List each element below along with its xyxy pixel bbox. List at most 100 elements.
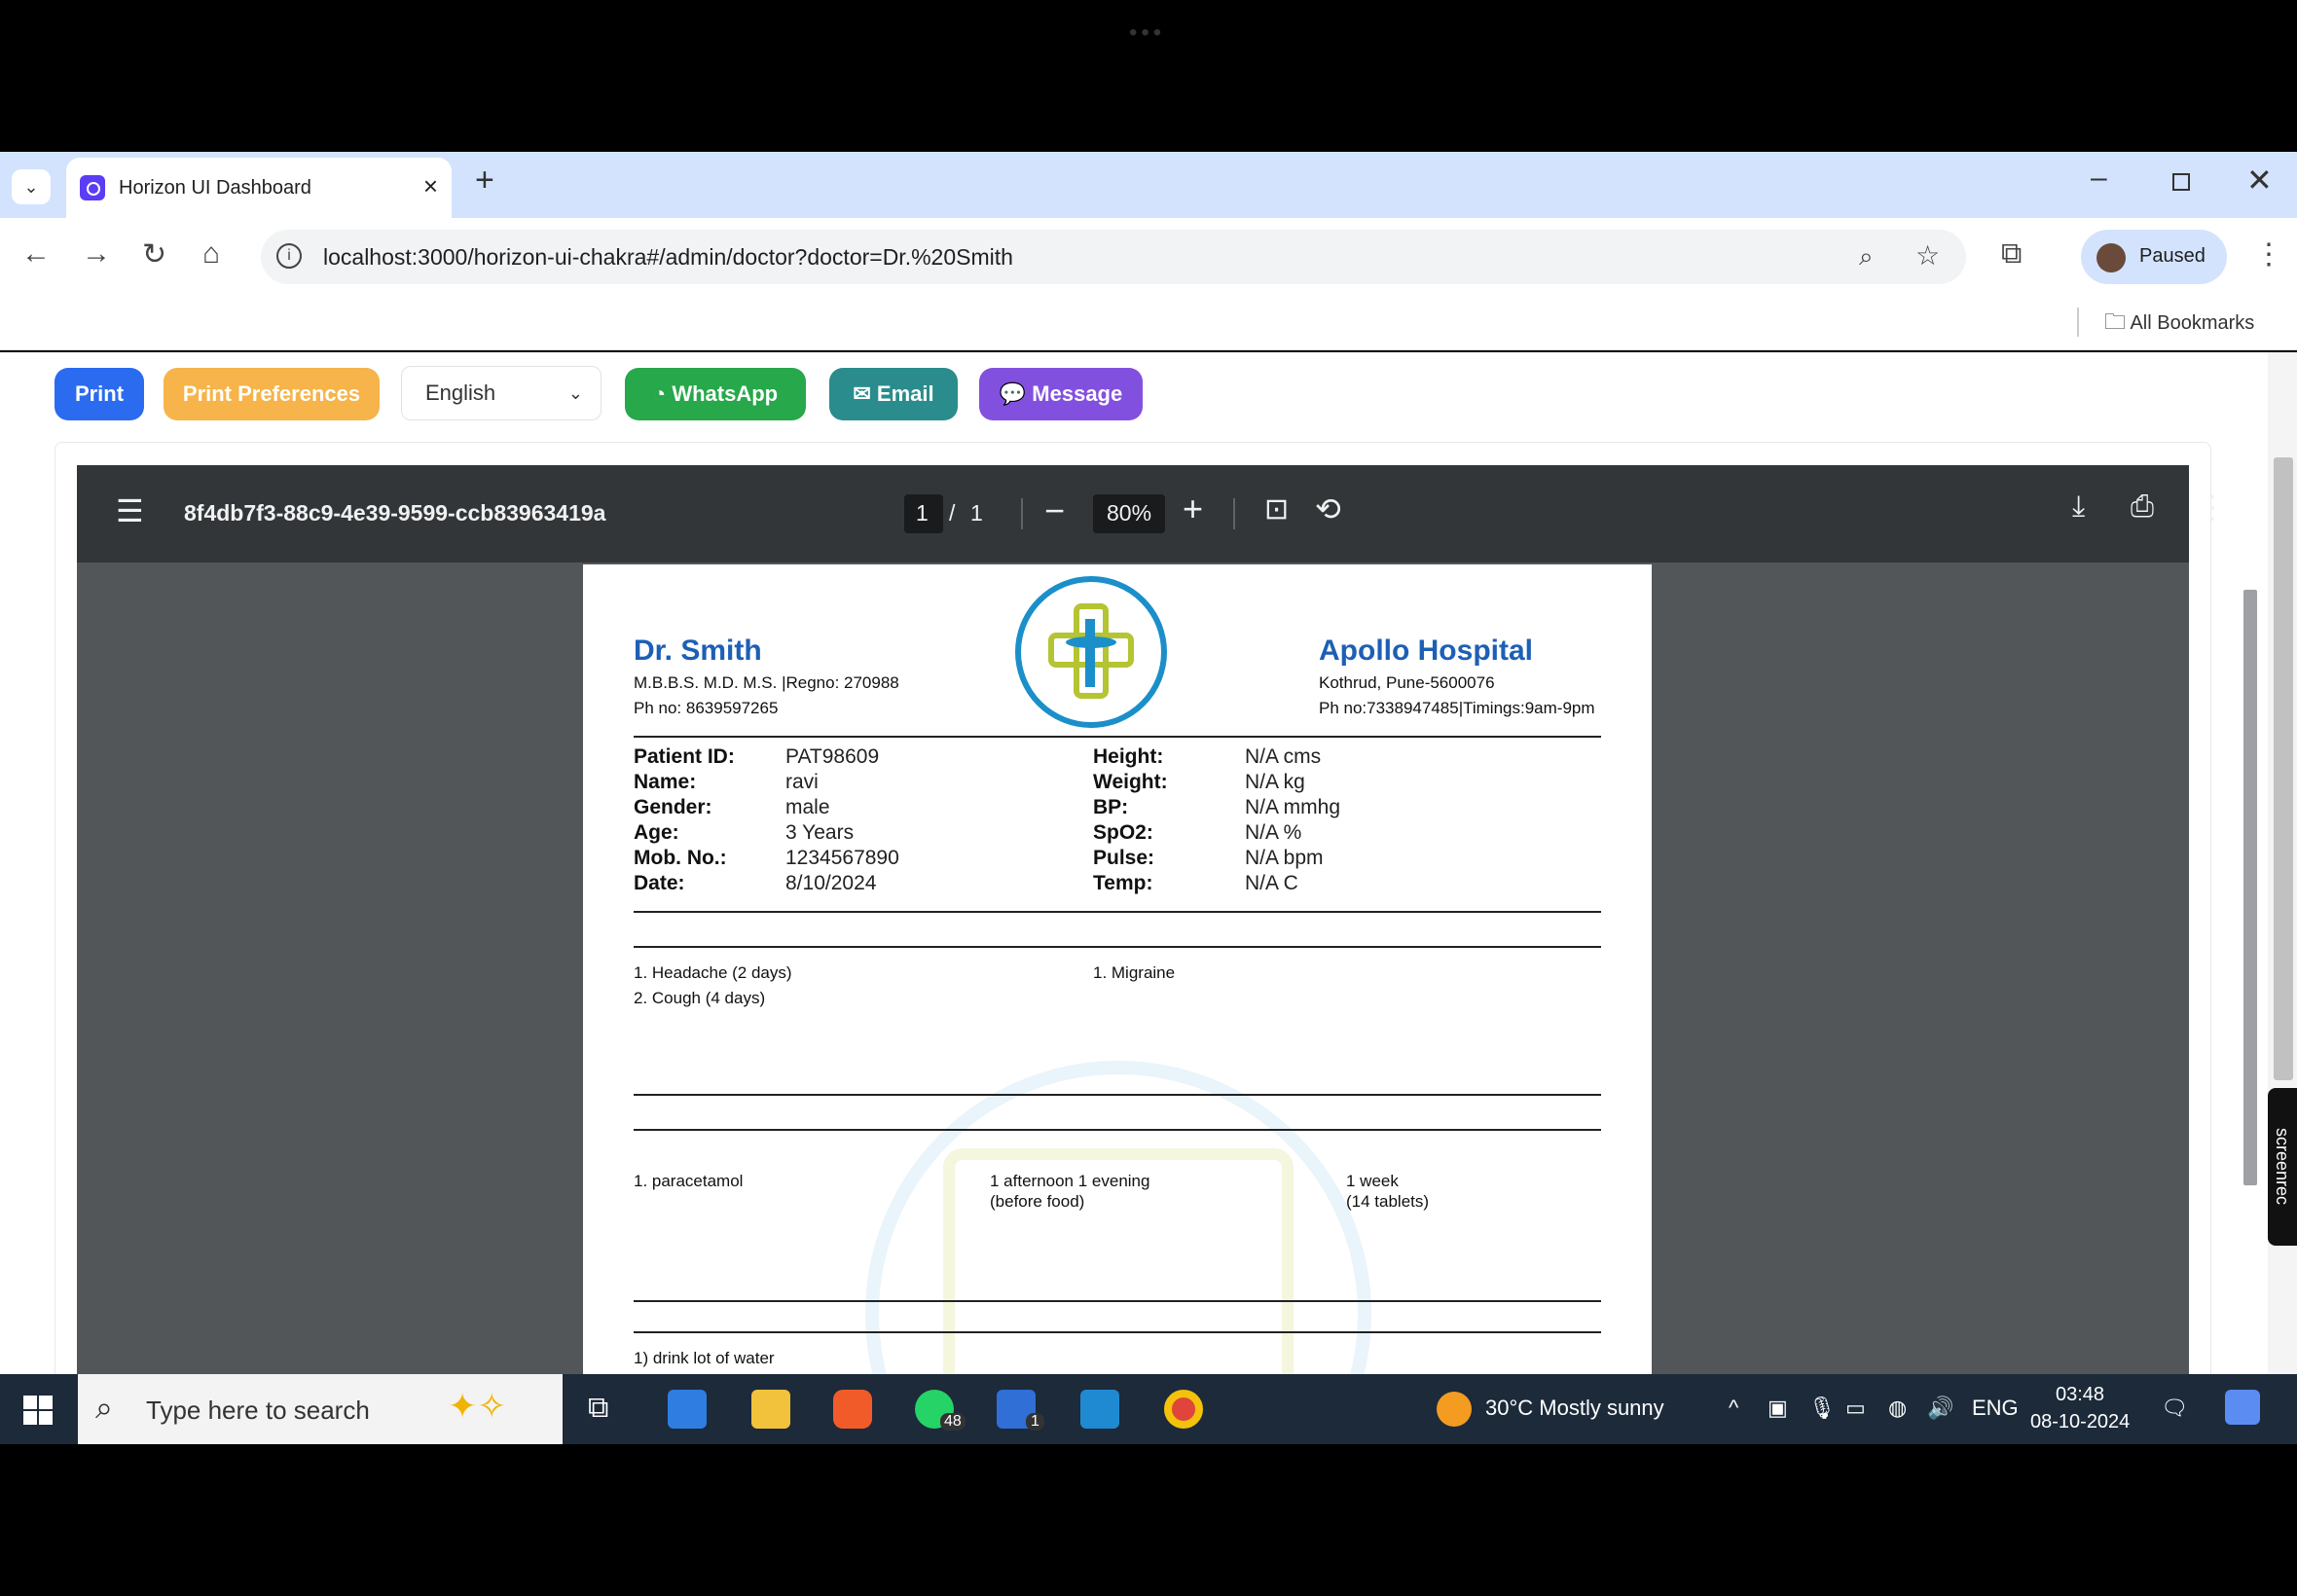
height-value: N/A cms bbox=[1245, 745, 1322, 768]
email-label: Email bbox=[876, 381, 934, 406]
all-bookmarks-label: All Bookmarks bbox=[2130, 312, 2255, 334]
patient-age-value: 3 Years bbox=[785, 821, 855, 844]
all-bookmarks[interactable]: 🗀 All Bookmarks bbox=[2104, 306, 2254, 343]
store-icon[interactable] bbox=[668, 1390, 707, 1429]
pdf-scrollbar[interactable] bbox=[2240, 574, 2259, 1372]
tray-overflow-icon[interactable]: ^ bbox=[1729, 1396, 1738, 1421]
weather-text[interactable]: 30°C Mostly sunny bbox=[1485, 1396, 1664, 1421]
medicine-timing-note: (before food) bbox=[990, 1192, 1085, 1211]
forward-icon[interactable]: → bbox=[82, 237, 111, 271]
whatsapp-button[interactable]: ◔ WhatsApp bbox=[625, 368, 806, 420]
divider bbox=[634, 1129, 1601, 1131]
temp-value: N/A C bbox=[1245, 872, 1298, 894]
doctor-qualifications: M.B.B.S. M.D. M.S. |Regno: 270988 bbox=[634, 673, 899, 692]
screenrec-widget[interactable]: screenrec bbox=[2268, 1088, 2297, 1246]
patient-gender-label: Gender: bbox=[634, 796, 712, 818]
symptom-item: 2. Cough (4 days) bbox=[634, 989, 766, 1007]
vscode-icon[interactable] bbox=[1080, 1390, 1119, 1429]
chevron-down-icon: ⌄ bbox=[567, 383, 583, 403]
page-separator: / bbox=[949, 500, 956, 526]
rotate-icon[interactable]: ⟲ bbox=[1315, 490, 1341, 527]
whatsapp-icon: ◔ bbox=[652, 381, 667, 406]
prescription-page: Dr. Smith M.B.B.S. M.D. M.S. |Regno: 270… bbox=[583, 564, 1652, 1382]
network-icon[interactable]: ◍ bbox=[1888, 1396, 1907, 1421]
copilot-icon[interactable] bbox=[2225, 1390, 2260, 1425]
active-tab[interactable]: Horizon UI Dashboard × bbox=[66, 158, 452, 218]
pdf-viewer: ☰ 8f4db7f3-88c9-4e39-9599-ccb83963419a 1… bbox=[77, 465, 2257, 1382]
print-button[interactable]: Print bbox=[55, 368, 144, 420]
close-window-icon[interactable]: ✕ bbox=[2246, 162, 2273, 199]
extensions-icon[interactable]: ⧉ bbox=[2001, 237, 2022, 271]
address-bar[interactable]: i localhost:3000/horizon-ui-chakra#/admi… bbox=[261, 230, 1966, 284]
profile-label: Paused bbox=[2139, 245, 2206, 267]
page-scrollbar-thumb[interactable] bbox=[2274, 457, 2293, 1080]
chrome-icon[interactable] bbox=[1164, 1390, 1203, 1429]
input-language[interactable]: ENG bbox=[1972, 1396, 2019, 1421]
browser-menu-icon[interactable]: ⋮ bbox=[2254, 237, 2283, 272]
brave-icon[interactable] bbox=[833, 1390, 872, 1429]
patient-age-label: Age: bbox=[634, 821, 679, 844]
fit-page-icon[interactable]: ⊡ bbox=[1264, 492, 1289, 526]
divider bbox=[1233, 498, 1235, 529]
patient-date-label: Date: bbox=[634, 872, 685, 894]
clock-date[interactable]: 08-10-2024 bbox=[2030, 1411, 2130, 1433]
battery-icon[interactable]: ▭ bbox=[1845, 1396, 1866, 1421]
divider bbox=[634, 1094, 1601, 1096]
clock-time[interactable]: 03:48 bbox=[2056, 1384, 2104, 1406]
medicine-name: 1. paracetamol bbox=[634, 1172, 744, 1190]
tab-close-icon[interactable]: × bbox=[423, 171, 438, 201]
pdf-menu-icon[interactable]: ☰ bbox=[116, 492, 144, 529]
zoom-in-icon[interactable]: + bbox=[1183, 489, 1203, 529]
language-select[interactable]: English ⌄ bbox=[401, 366, 602, 420]
file-explorer-icon[interactable] bbox=[751, 1390, 790, 1429]
mic-icon[interactable]: 🎙 bbox=[1808, 1396, 1836, 1421]
minimize-icon[interactable]: – bbox=[2091, 162, 2107, 195]
print-icon[interactable]: ⎙ bbox=[2131, 490, 2154, 524]
download-icon[interactable]: ⤓ bbox=[2072, 490, 2085, 524]
profile-button[interactable]: Paused bbox=[2081, 230, 2227, 284]
logo-cross-icon bbox=[1048, 603, 1134, 699]
back-icon[interactable]: ← bbox=[21, 237, 51, 271]
patient-date-value: 8/10/2024 bbox=[785, 872, 877, 894]
recording-handle: ••• bbox=[1129, 19, 1166, 46]
divider bbox=[2077, 308, 2079, 337]
new-tab-icon[interactable]: + bbox=[475, 162, 494, 200]
diagnosis-item: 1. Migraine bbox=[1093, 963, 1176, 982]
hospital-name: Apollo Hospital bbox=[1319, 635, 1533, 667]
taskbar-search[interactable]: ⌕ Type here to search ✦✧ bbox=[78, 1374, 563, 1444]
message-icon: 💬 bbox=[999, 381, 1027, 406]
bp-value: N/A mmhg bbox=[1245, 796, 1341, 818]
notifications-icon[interactable]: 🗨 bbox=[2161, 1396, 2188, 1421]
screen: ••• ⌄ Horizon UI Dashboard × + – ✕ ← → ↻… bbox=[0, 0, 2297, 1596]
site-info-icon[interactable]: i bbox=[276, 243, 302, 269]
meet-icon[interactable]: ▣ bbox=[1768, 1396, 1788, 1421]
zoom-out-icon[interactable]: − bbox=[1044, 490, 1065, 531]
tab-title: Horizon UI Dashboard bbox=[119, 177, 311, 199]
volume-icon[interactable]: 🔊 bbox=[1927, 1396, 1953, 1421]
spo2-label: SpO2: bbox=[1093, 821, 1153, 844]
email-icon: ✉ bbox=[853, 381, 871, 406]
reload-icon[interactable]: ↻ bbox=[142, 237, 166, 272]
print-preferences-button[interactable]: Print Preferences bbox=[164, 368, 380, 420]
search-placeholder: Type here to search bbox=[146, 1396, 370, 1425]
patient-name-label: Name: bbox=[634, 771, 697, 793]
task-view-icon[interactable]: ⧉ bbox=[588, 1392, 608, 1425]
tab-search-icon[interactable]: ⌄ bbox=[12, 169, 51, 204]
email-button[interactable]: ✉ Email bbox=[829, 368, 958, 420]
patient-name-value: ravi bbox=[785, 771, 819, 793]
windows-start-icon[interactable] bbox=[23, 1396, 53, 1425]
home-icon[interactable]: ⌂ bbox=[202, 237, 220, 271]
bookmark-star-icon[interactable]: ☆ bbox=[1915, 239, 1940, 272]
message-button[interactable]: 💬 Message bbox=[979, 368, 1143, 420]
whatsapp-badge: 48 bbox=[940, 1413, 966, 1431]
temp-label: Temp: bbox=[1093, 872, 1153, 894]
search-icon: ⌕ bbox=[95, 1390, 113, 1425]
browser-toolbar: ← → ↻ ⌂ i localhost:3000/horizon-ui-chak… bbox=[0, 218, 2297, 296]
url-text: localhost:3000/horizon-ui-chakra#/admin/… bbox=[323, 244, 1013, 270]
zoom-icon[interactable]: ⌕ bbox=[1859, 241, 1874, 272]
pdf-scrollbar-thumb[interactable] bbox=[2243, 590, 2257, 1185]
pdf-more-icon[interactable]: ⋮ bbox=[2197, 489, 2228, 526]
restore-icon[interactable] bbox=[2172, 173, 2190, 191]
page-current: 1 bbox=[916, 500, 929, 526]
message-label: Message bbox=[1032, 381, 1123, 406]
